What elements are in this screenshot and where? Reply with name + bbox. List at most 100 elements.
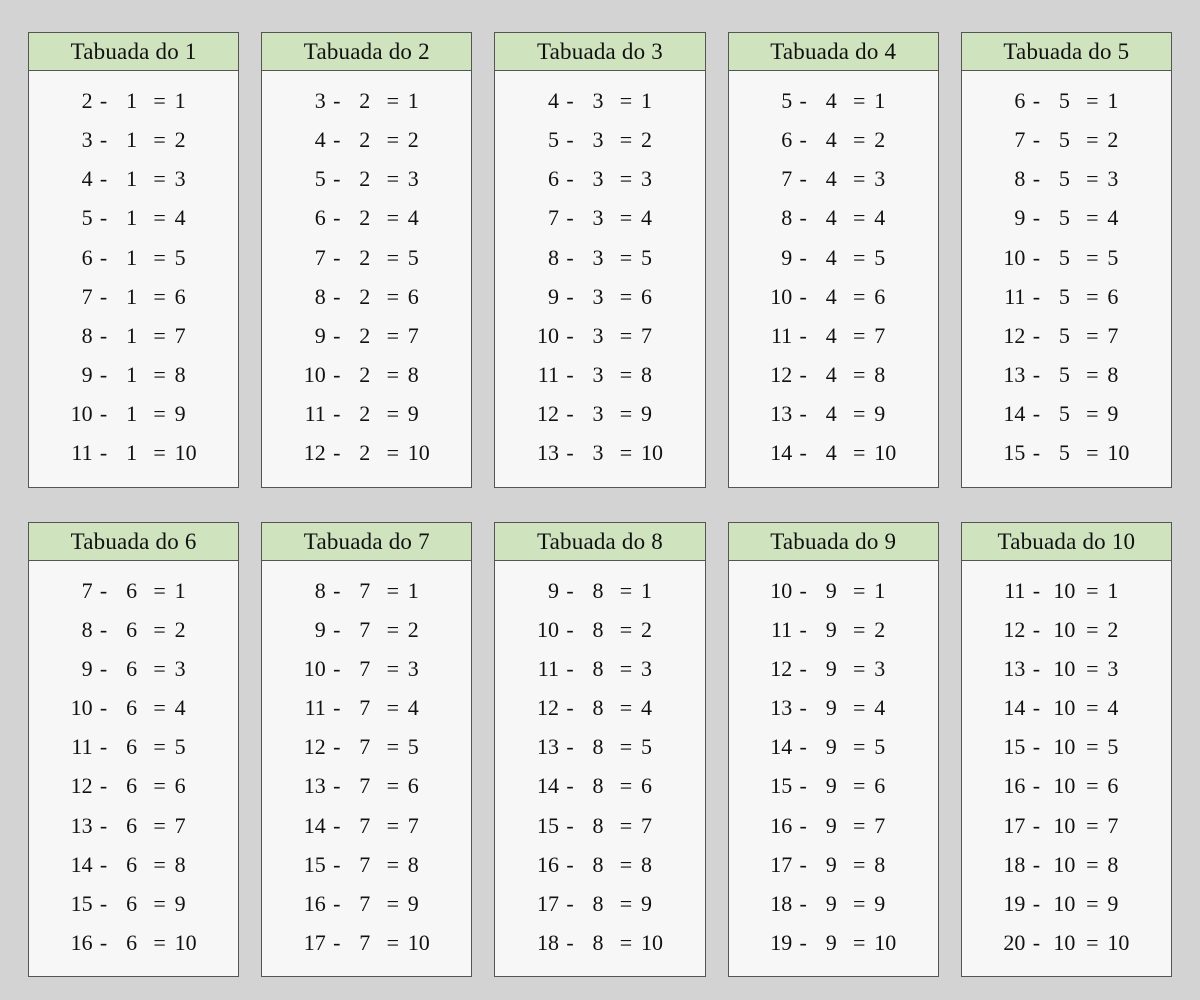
result: 5 (1103, 238, 1141, 277)
minuend: 5 (59, 198, 93, 237)
equals: = (615, 845, 637, 884)
subtrahend: 4 (814, 81, 848, 120)
tabuada-row: 6-3=3 (509, 159, 690, 198)
equals: = (615, 571, 637, 610)
result: 3 (171, 649, 209, 688)
minuend: 17 (292, 923, 326, 962)
subtrahend: 2 (348, 433, 382, 472)
subtrahend: 5 (1047, 198, 1081, 237)
operator: - (1025, 277, 1047, 316)
tabuada-row: 8-6=2 (43, 610, 224, 649)
equals: = (149, 198, 171, 237)
operator: - (326, 81, 348, 120)
tabuada-row: 5-1=4 (43, 198, 224, 237)
minuend: 19 (991, 884, 1025, 923)
tabuada-title-number: 3 (651, 39, 663, 64)
result: 5 (637, 238, 675, 277)
minuend: 7 (758, 159, 792, 198)
tabuada-grid: Tabuada do 12-1=13-1=24-1=35-1=46-1=57-1… (28, 32, 1172, 977)
minuend: 10 (758, 571, 792, 610)
equals: = (149, 806, 171, 845)
tabuada-row: 11-5=6 (976, 277, 1157, 316)
tabuada-row: 9-7=2 (276, 610, 457, 649)
subtrahend: 8 (581, 845, 615, 884)
tabuada-row: 14-9=5 (743, 727, 924, 766)
tabuada-title-number: 8 (651, 529, 663, 554)
equals: = (382, 198, 404, 237)
equals: = (382, 806, 404, 845)
operator: - (559, 610, 581, 649)
operator: - (1025, 81, 1047, 120)
minuend: 7 (59, 277, 93, 316)
equals: = (149, 316, 171, 355)
tabuada-card-6: Tabuada do 67-6=18-6=29-6=310-6=411-6=51… (28, 522, 239, 978)
equals: = (382, 727, 404, 766)
operator: - (1025, 355, 1047, 394)
equals: = (848, 923, 870, 962)
result: 2 (870, 120, 908, 159)
tabuada-card-header: Tabuada do 5 (962, 33, 1171, 71)
minuend: 4 (525, 81, 559, 120)
subtrahend: 3 (581, 238, 615, 277)
equals: = (848, 649, 870, 688)
minuend: 16 (59, 923, 93, 962)
subtrahend: 3 (581, 159, 615, 198)
tabuada-row: 9-4=5 (743, 238, 924, 277)
tabuada-card-body: 11-10=112-10=213-10=314-10=415-10=516-10… (962, 561, 1171, 977)
operator: - (93, 727, 115, 766)
minuend: 15 (59, 884, 93, 923)
tabuada-row: 13-5=8 (976, 355, 1157, 394)
operator: - (93, 355, 115, 394)
operator: - (326, 766, 348, 805)
equals: = (615, 433, 637, 472)
result: 1 (1103, 81, 1141, 120)
minuend: 10 (292, 355, 326, 394)
operator: - (1025, 727, 1047, 766)
minuend: 15 (991, 727, 1025, 766)
result: 10 (404, 923, 442, 962)
tabuada-row: 11-6=5 (43, 727, 224, 766)
minuend: 19 (758, 923, 792, 962)
tabuada-row: 6-2=4 (276, 198, 457, 237)
tabuada-row: 9-3=6 (509, 277, 690, 316)
operator: - (792, 355, 814, 394)
equals: = (382, 277, 404, 316)
operator: - (792, 238, 814, 277)
equals: = (382, 81, 404, 120)
operator: - (1025, 610, 1047, 649)
equals: = (848, 277, 870, 316)
equals: = (149, 394, 171, 433)
equals: = (615, 355, 637, 394)
operator: - (93, 394, 115, 433)
tabuada-row: 12-6=6 (43, 766, 224, 805)
result: 10 (637, 433, 675, 472)
minuend: 8 (525, 238, 559, 277)
subtrahend: 4 (814, 159, 848, 198)
tabuada-card-10: Tabuada do 1011-10=112-10=213-10=314-10=… (961, 522, 1172, 978)
equals: = (848, 571, 870, 610)
result: 3 (637, 649, 675, 688)
subtrahend: 9 (814, 766, 848, 805)
tabuada-row: 19-10=9 (976, 884, 1157, 923)
result: 1 (171, 81, 209, 120)
tabuada-row: 16-10=6 (976, 766, 1157, 805)
equals: = (848, 238, 870, 277)
result: 1 (870, 571, 908, 610)
equals: = (382, 159, 404, 198)
tabuada-row: 13-3=10 (509, 433, 690, 472)
tabuada-row: 15-8=7 (509, 806, 690, 845)
operator: - (1025, 649, 1047, 688)
operator: - (792, 688, 814, 727)
tabuada-row: 7-1=6 (43, 277, 224, 316)
tabuada-title-prefix: Tabuada do (71, 529, 179, 554)
minuend: 14 (991, 394, 1025, 433)
result: 2 (171, 120, 209, 159)
result: 8 (870, 355, 908, 394)
tabuada-card-1: Tabuada do 12-1=13-1=24-1=35-1=46-1=57-1… (28, 32, 239, 488)
operator: - (1025, 316, 1047, 355)
tabuada-row: 6-4=2 (743, 120, 924, 159)
equals: = (615, 923, 637, 962)
operator: - (559, 766, 581, 805)
minuend: 2 (59, 81, 93, 120)
tabuada-row: 6-1=5 (43, 238, 224, 277)
